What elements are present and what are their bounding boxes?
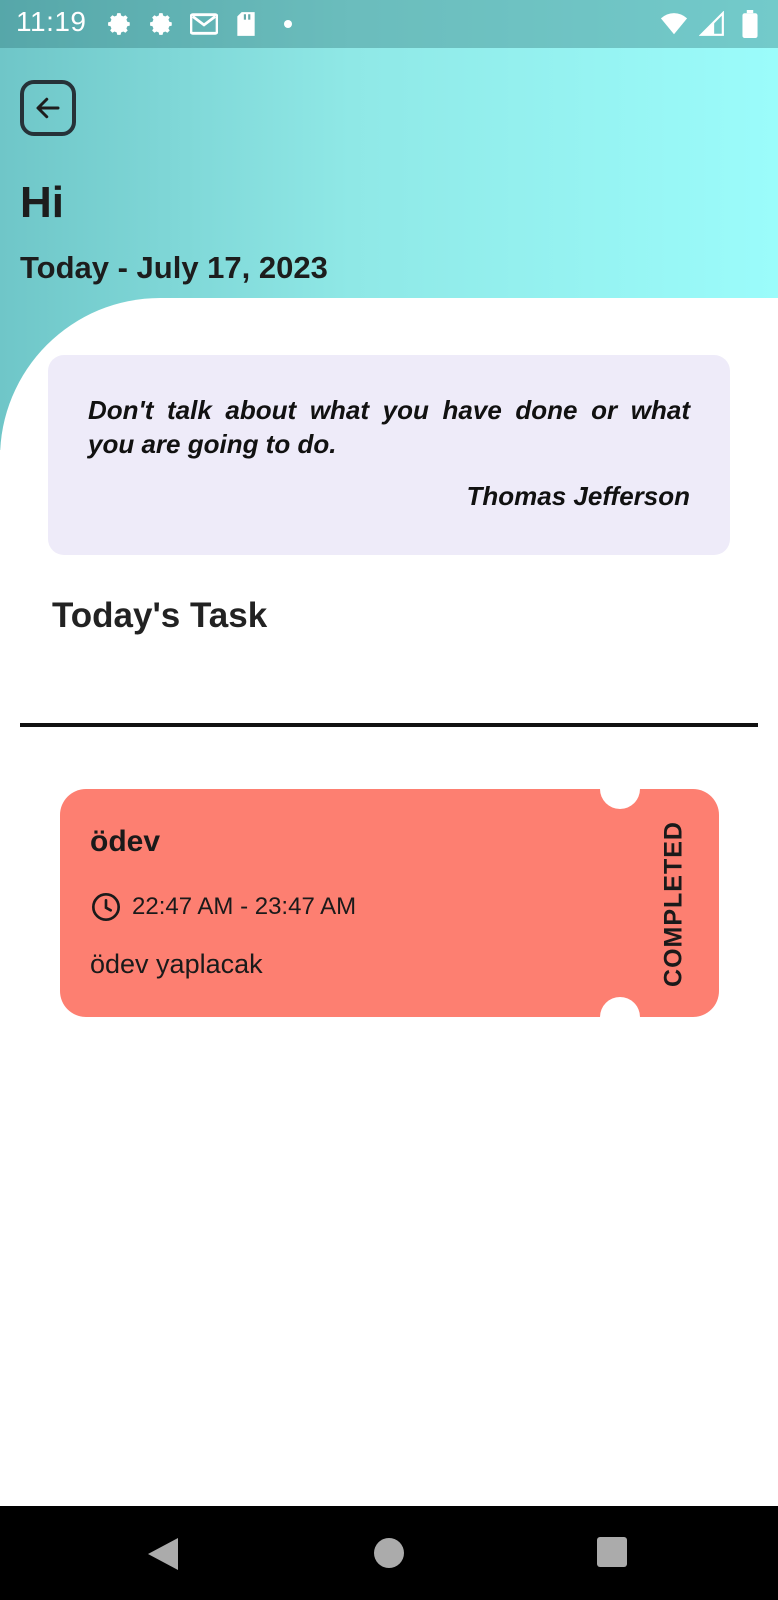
task-card[interactable]: ödev 22:47 AM - 23:47 AM ödev yaplacak C…: [60, 789, 719, 1017]
signal-icon: [698, 10, 726, 38]
nav-home-button[interactable]: [372, 1536, 406, 1575]
wifi-icon: [660, 10, 688, 38]
sd-card-icon: [232, 10, 260, 38]
recents-square-icon: [597, 1537, 627, 1567]
section-title: Today's Task: [52, 596, 268, 635]
battery-icon: [736, 10, 764, 38]
quote-card: Don't talk about what you have done or w…: [48, 355, 730, 555]
gmail-icon: [190, 10, 218, 38]
task-description: ödev yaplacak: [90, 949, 263, 979]
nav-recents-button[interactable]: [596, 1536, 628, 1573]
task-status-label: COMPLETED: [659, 821, 688, 987]
ticket-notch: [600, 789, 640, 809]
gear-icon: [148, 10, 176, 38]
divider: [20, 723, 758, 727]
ticket-notch: [600, 997, 640, 1017]
greeting-title: Hi: [20, 178, 64, 227]
nav-back-button[interactable]: [146, 1536, 180, 1577]
task-time: 22:47 AM - 23:47 AM: [132, 893, 357, 920]
dot-icon: [274, 10, 302, 38]
task-title: ödev: [90, 825, 161, 858]
back-triangle-icon: [148, 1538, 178, 1570]
task-time-row: 22:47 AM - 23:47 AM: [90, 891, 356, 923]
navigation-bar: [0, 1506, 778, 1600]
gear-icon: [106, 10, 134, 38]
back-button[interactable]: [20, 80, 76, 136]
arrow-left-icon: [36, 97, 60, 119]
quote-text: Don't talk about what you have done or w…: [88, 395, 690, 459]
status-bar: 11:19: [0, 0, 778, 48]
clock-icon: [92, 893, 120, 921]
status-time: 11:19: [16, 6, 87, 37]
quote-author: Thomas Jefferson: [466, 481, 690, 511]
home-circle-icon: [374, 1538, 404, 1568]
date-subtitle: Today - July 17, 2023: [20, 250, 328, 285]
